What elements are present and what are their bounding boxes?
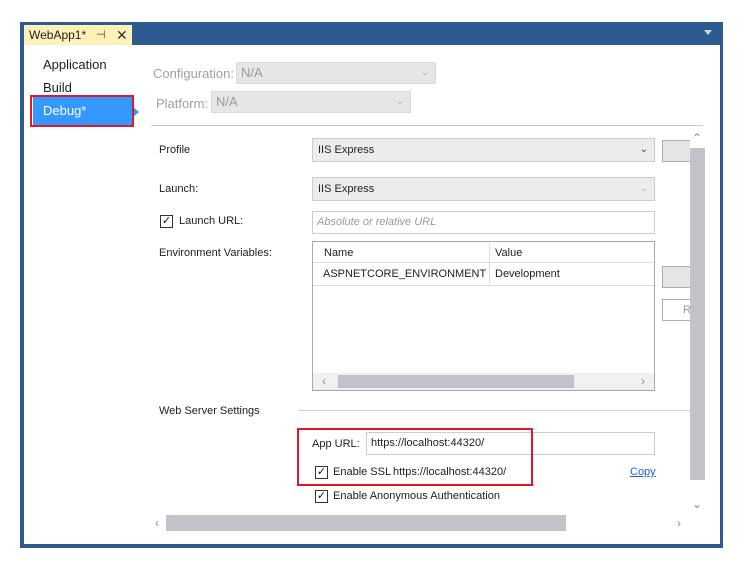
column-header-name[interactable]: Name [314, 243, 353, 263]
web-server-separator [298, 410, 690, 411]
tab-overflow-dropdown-icon[interactable] [704, 30, 712, 35]
chevron-down-icon: ⌄ [395, 96, 404, 107]
nav-item-build[interactable]: Build [43, 80, 72, 95]
configuration-label: Configuration: [153, 66, 234, 81]
anonymous-auth-checkbox[interactable]: ✓ [315, 490, 328, 503]
chevron-down-icon: ⌄ [639, 183, 648, 194]
chevron-down-icon: ⌄ [639, 144, 648, 155]
environment-variables-grid[interactable] [312, 241, 655, 391]
scroll-down-icon[interactable]: ⌄ [692, 497, 702, 511]
horizontal-scroll-thumb[interactable] [166, 515, 566, 531]
profile-new-button[interactable] [662, 140, 692, 162]
header-separator [151, 125, 703, 126]
launch-value: IIS Express [318, 183, 375, 195]
scroll-right-icon[interactable]: › [677, 516, 681, 530]
copy-link[interactable]: Copy [630, 466, 656, 478]
configuration-select: N/A ⌄ [236, 62, 436, 84]
table-row-name[interactable]: ASPNETCORE_ENVIRONMENT [323, 268, 486, 280]
remove-variable-button[interactable]: R [662, 299, 692, 321]
launch-select[interactable]: IIS Express ⌄ [312, 177, 655, 201]
nav-item-application[interactable]: Application [43, 57, 107, 72]
platform-label: Platform: [156, 96, 209, 111]
pin-icon[interactable]: ⊣ [96, 25, 106, 45]
anonymous-auth-label: Enable Anonymous Authentication [333, 490, 500, 502]
launch-url-checkbox[interactable]: ✓ [160, 215, 173, 228]
header-row-divider [313, 262, 654, 263]
highlight-box-debug [30, 95, 134, 127]
document-tab[interactable]: WebApp1* ⊣ ✕ [24, 25, 132, 45]
profile-select[interactable]: IIS Express ⌄ [312, 138, 655, 162]
web-server-settings-label: Web Server Settings [159, 405, 260, 417]
configuration-value: N/A [241, 65, 263, 80]
row-divider [313, 285, 654, 286]
platform-value: N/A [216, 94, 238, 109]
platform-select: N/A ⌄ [211, 91, 411, 113]
environment-variables-label: Environment Variables: [159, 247, 272, 259]
column-header-value[interactable]: Value [485, 243, 522, 263]
scroll-left-icon[interactable]: ‹ [322, 374, 326, 388]
column-divider [489, 243, 490, 284]
vertical-scroll-thumb[interactable] [690, 148, 705, 480]
close-icon[interactable]: ✕ [116, 25, 128, 45]
document-tab-title: WebApp1* [29, 28, 87, 42]
highlight-box-ssl [297, 428, 533, 486]
scroll-up-icon[interactable]: ⌃ [692, 131, 702, 145]
grid-scroll-thumb[interactable] [338, 375, 574, 388]
scroll-right-icon[interactable]: › [641, 374, 645, 388]
profile-value: IIS Express [318, 144, 375, 156]
launch-url-input[interactable]: Absolute or relative URL [312, 211, 655, 234]
launch-url-label: Launch URL: [179, 215, 244, 227]
add-variable-button[interactable] [662, 266, 692, 288]
table-row-value[interactable]: Development [495, 268, 560, 280]
scroll-left-icon[interactable]: ‹ [155, 516, 159, 530]
chevron-down-icon: ⌄ [420, 67, 429, 78]
launch-url-placeholder: Absolute or relative URL [317, 216, 437, 228]
launch-label: Launch: [159, 183, 199, 195]
profile-label: Profile [159, 144, 191, 156]
